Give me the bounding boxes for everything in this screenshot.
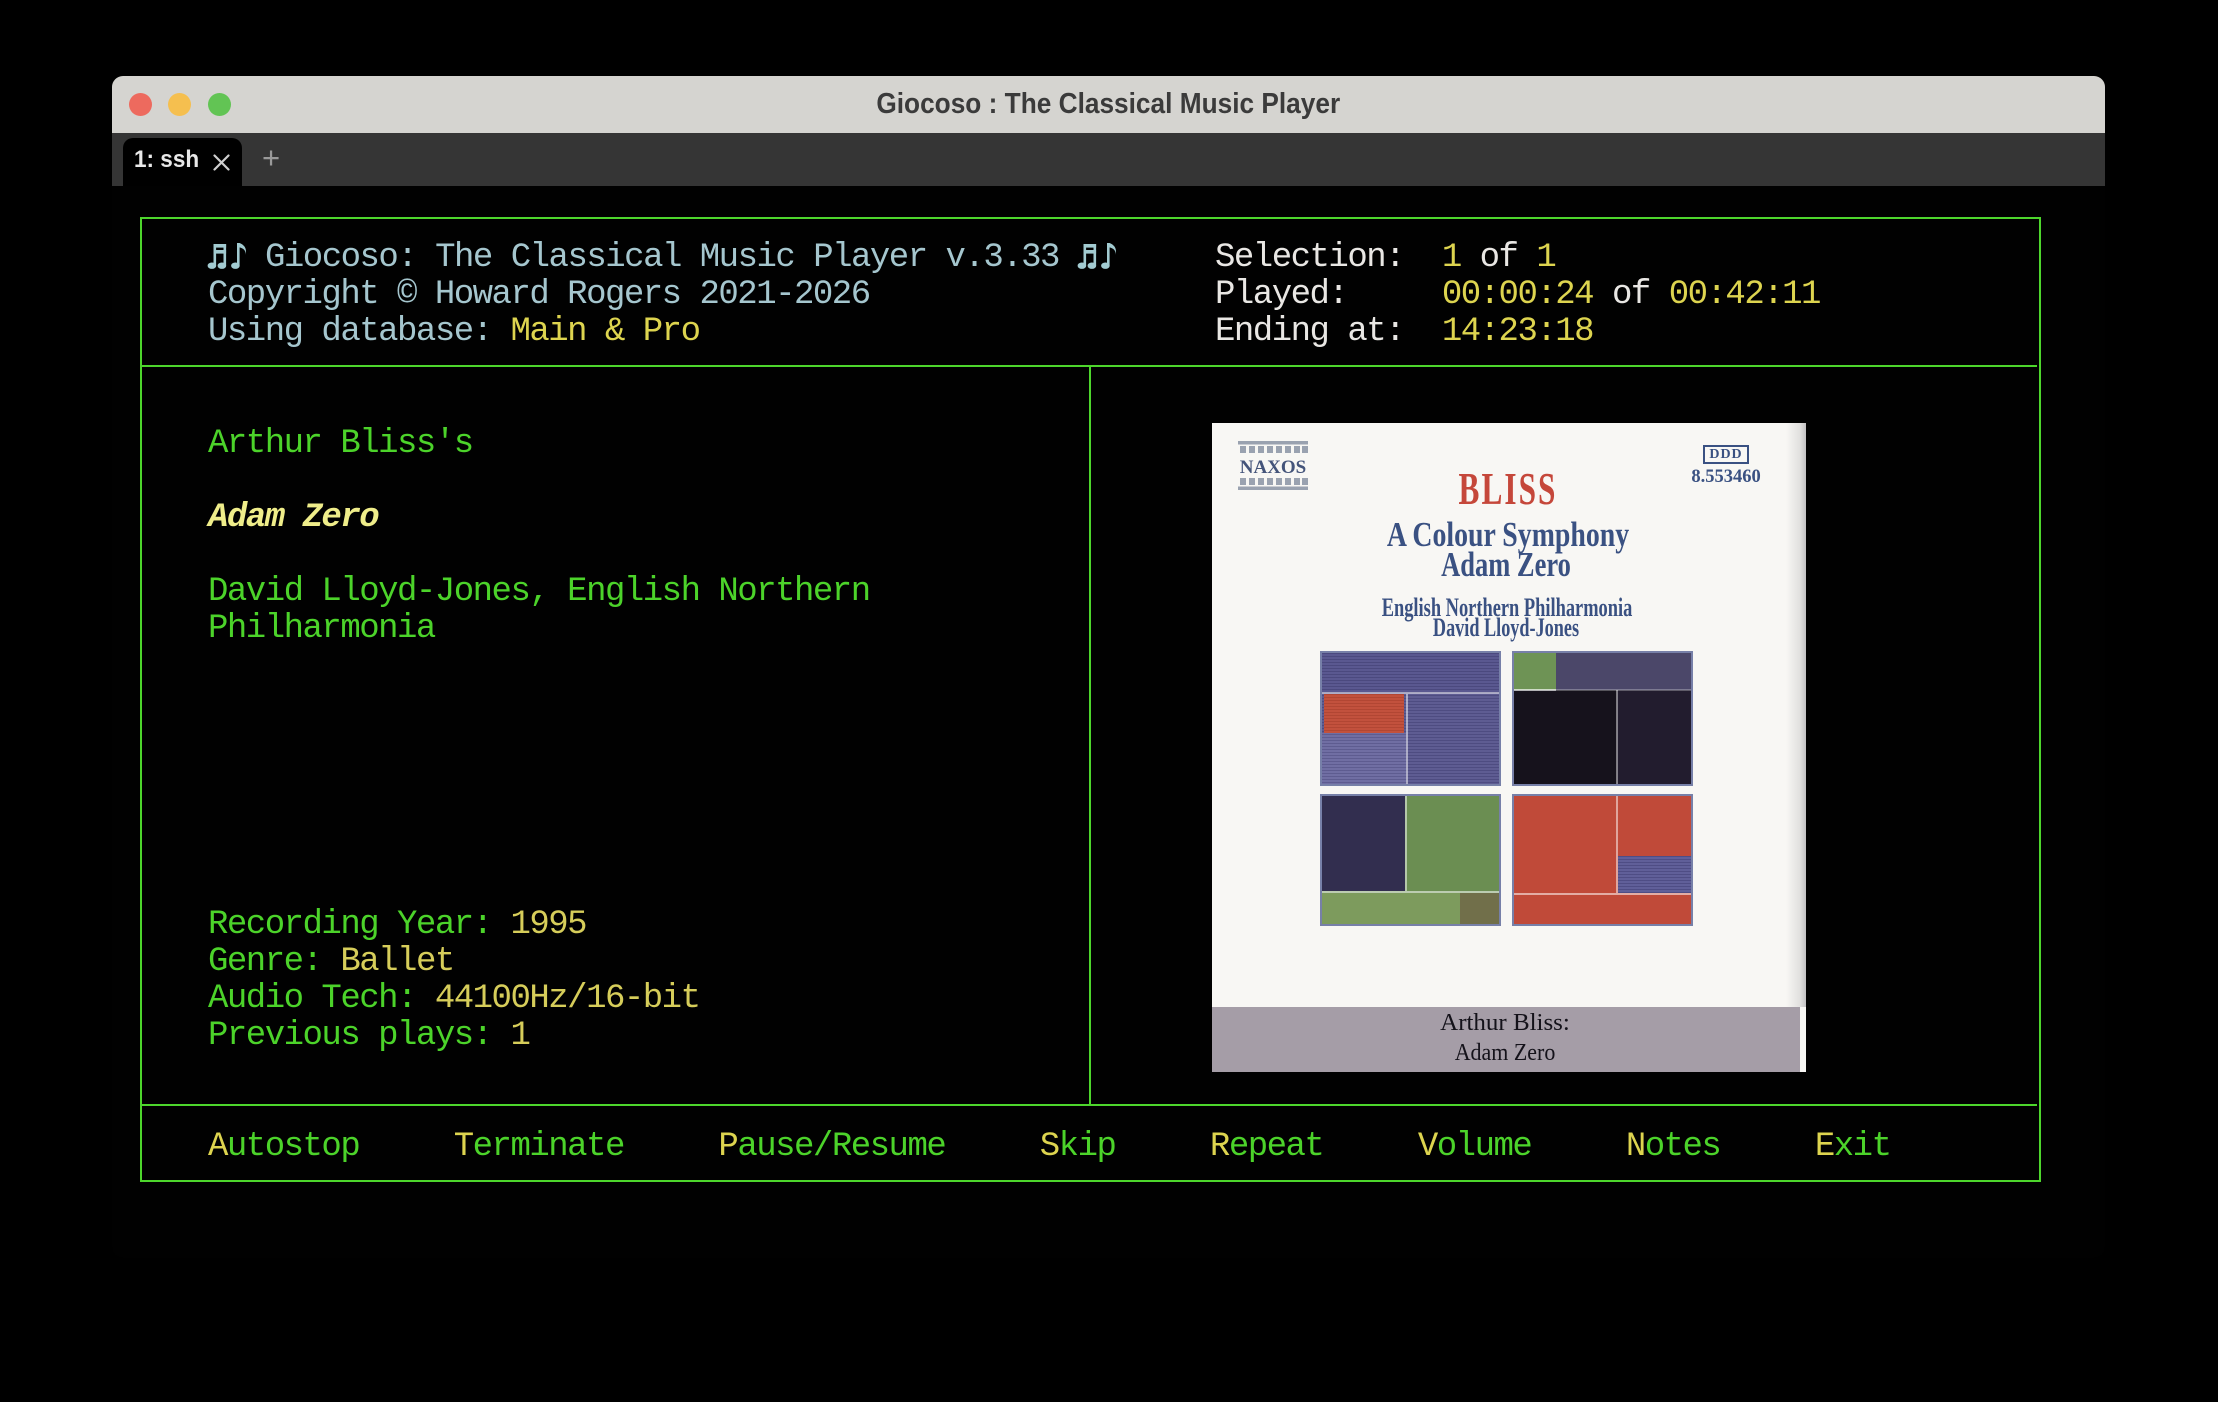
svg-text:NAXOS: NAXOS (1240, 457, 1307, 478)
